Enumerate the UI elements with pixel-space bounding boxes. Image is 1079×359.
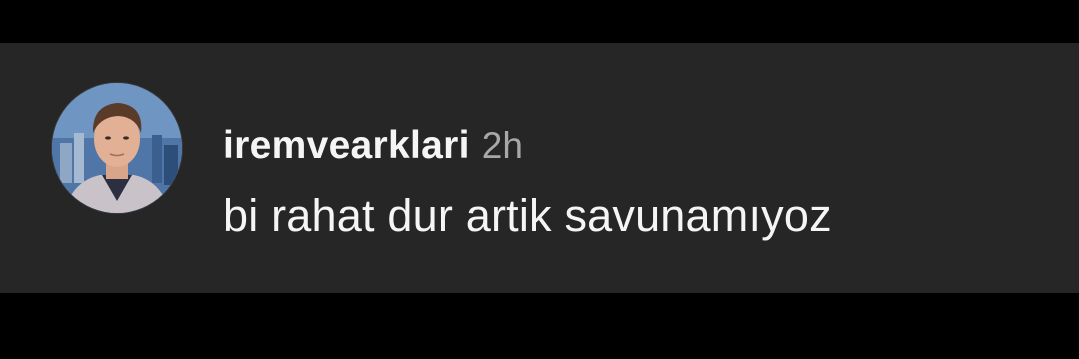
comment-body: iremvearklari 2h bi rahat dur artik savu… [223, 124, 832, 242]
comment-username[interactable]: iremvearklari [223, 124, 470, 168]
comment-text: bi rahat dur artik savunamıyoz [223, 190, 832, 241]
comment-meta: iremvearklari 2h [223, 124, 832, 174]
comment-timestamp: 2h [481, 125, 523, 166]
avatar-photo-icon [52, 83, 182, 213]
avatar[interactable] [52, 83, 182, 213]
screenshot-frame: iremvearklari 2h bi rahat dur artik savu… [0, 0, 1079, 359]
